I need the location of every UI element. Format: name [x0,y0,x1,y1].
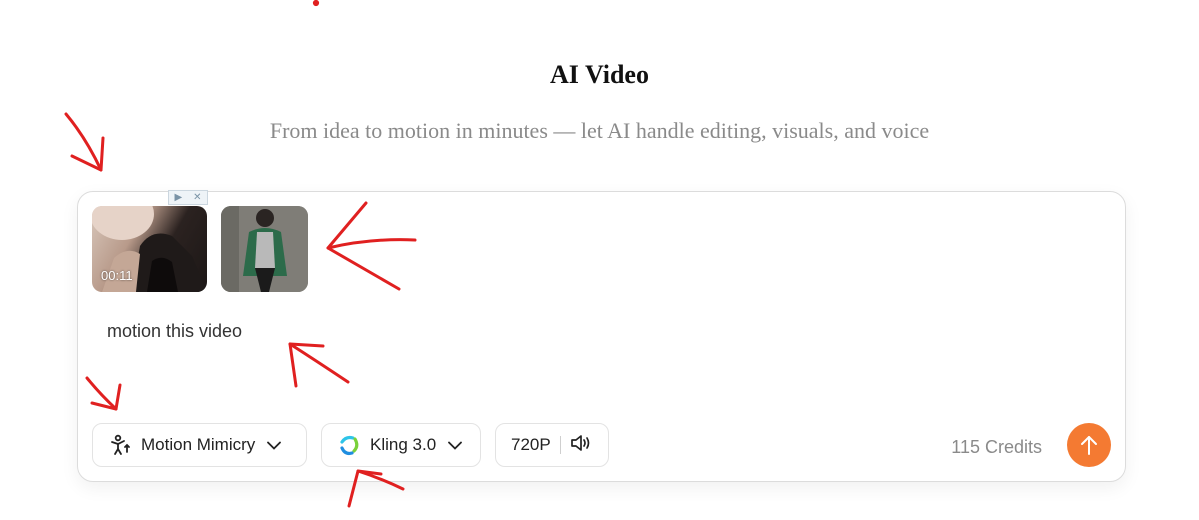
model-label: Kling 3.0 [370,435,437,454]
model-selector[interactable]: Kling 3.0 [321,423,481,467]
prompt-input[interactable]: motion this video [107,321,242,342]
kling-logo-icon [338,434,360,456]
motion-person-icon [109,434,131,456]
credits-counter: 115 Credits [951,437,1042,457]
chevron-down-icon [448,441,463,450]
resolution-audio-selector[interactable]: 720P [495,423,609,467]
divider [559,436,561,454]
page-title: AI Video [550,60,649,89]
send-button[interactable] [1067,423,1111,467]
image-attachment-thumbnail[interactable] [221,206,308,292]
play-icon: ▶ [174,192,183,203]
close-icon: ✕ [193,192,202,203]
page-subtitle: From idea to motion in minutes — let AI … [269,118,930,143]
speaker-icon [570,433,592,458]
mode-selector[interactable]: Motion Mimicry [92,423,307,467]
mode-label: Motion Mimicry [141,435,256,454]
chevron-down-icon [267,441,282,450]
resolution-label: 720P [511,435,551,454]
ad-choices-badge[interactable]: ▶ ✕ [168,190,208,205]
prompt-composer: 00:11 ▶ ✕ motion this video Motion Mimic… [77,190,1126,482]
arrow-up-icon [1081,436,1097,455]
image-thumbnail-image [221,206,308,292]
annotation-dot [312,0,320,7]
video-attachment-thumbnail[interactable]: 00:11 [92,206,207,292]
video-duration: 00:11 [101,268,133,283]
